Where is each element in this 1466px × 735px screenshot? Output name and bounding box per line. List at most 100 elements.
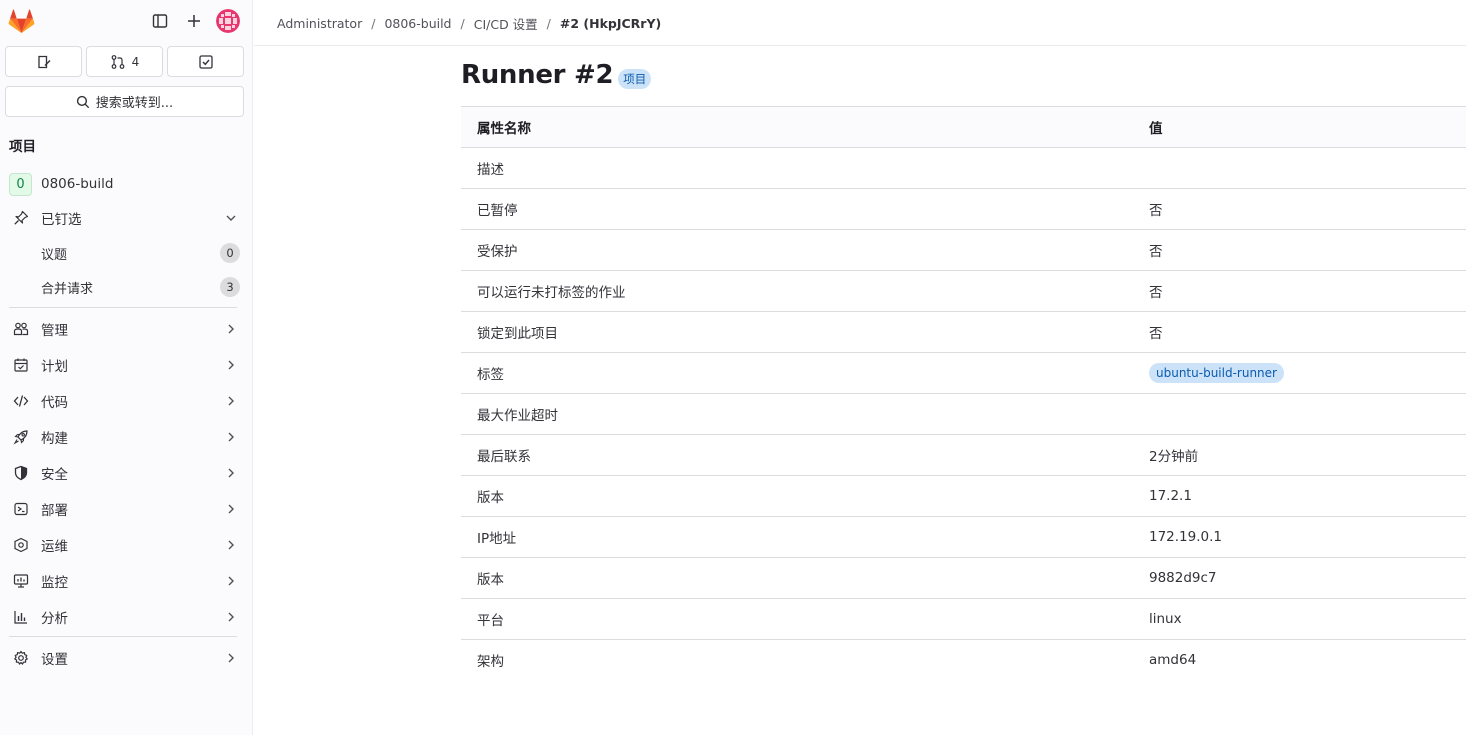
sidebar-item-label: 构建 [41,431,68,447]
table-row: 最大作业超时 [461,393,1466,435]
merge-requests-shortcut-button[interactable]: 4 [86,46,163,77]
sidebar-item-label: 监控 [41,575,68,591]
column-header-value: 值 [1133,106,1466,148]
property-name: 架构 [461,639,1133,681]
issues-shortcut-button[interactable] [5,46,82,77]
gitlab-logo-icon[interactable] [8,9,35,34]
sidebar-item-label: 议题 [41,247,68,263]
table-row: 架构 amd64 [461,639,1466,681]
sidebar-item-plan[interactable]: 计划 [4,350,246,380]
property-value: 2分钟前 [1133,434,1466,476]
table-row: 标签 ubuntu-build-runner [461,352,1466,394]
sidebar-item-deploy[interactable]: 部署 [4,494,246,524]
property-name: 已暂停 [461,188,1133,230]
sidebar-item-issues[interactable]: 议题 0 [4,238,246,268]
breadcrumb-item-project[interactable]: 0806-build [384,16,451,31]
page-header: Runner #2 项目 [461,60,652,90]
table-row: 已暂停 否 [461,188,1466,230]
sidebar-item-secure[interactable]: 安全 [4,458,246,488]
property-name: 受保护 [461,229,1133,271]
property-name: 描述 [461,147,1133,189]
breadcrumb-separator: / [371,16,376,31]
chevron-right-icon [228,396,234,406]
chevron-right-icon [228,653,234,663]
sidebar-item-manage[interactable]: 管理 [4,314,246,344]
sidebar-item-label: 管理 [41,323,68,339]
property-name: 可以运行未打标签的作业 [461,270,1133,312]
chevron-right-icon [228,360,234,370]
issues-icon [37,55,50,68]
chevron-right-icon [228,468,234,478]
sidebar-item-label: 计划 [41,359,68,375]
search-label: 搜索或转到... [95,96,174,111]
sidebar-item-merge-requests[interactable]: 合并请求 3 [4,272,246,302]
sidebar-item-label: 合并请求 [41,281,94,297]
gear-icon [11,648,31,668]
sidebar-item-operate[interactable]: 运维 [4,530,246,560]
todo-check-icon [198,54,213,69]
property-value: amd64 [1133,639,1466,681]
sidebar-item-label: 分析 [41,611,68,627]
breadcrumb-separator: / [546,16,551,31]
sidebar-item-pinned[interactable]: 已钉选 [4,203,246,233]
sidebar-item-label: 已钉选 [41,212,82,228]
chevron-right-icon [228,612,234,622]
table-row: 版本 9882d9c7 [461,557,1466,599]
sidebar-toggle-icon[interactable] [150,11,170,31]
property-value: ubuntu-build-runner [1133,352,1466,394]
property-value: 否 [1133,311,1466,353]
breadcrumb-item-administrator[interactable]: Administrator [277,16,362,31]
sidebar-item-monitor[interactable]: 监控 [4,566,246,596]
sidebar-item-analyze[interactable]: 分析 [4,602,246,632]
table-header-row: 属性名称 值 [461,106,1466,148]
property-name: 锁定到此项目 [461,311,1133,353]
sidebar-item-label: 运维 [41,539,68,555]
project-name: 0806-build [41,176,114,192]
table-row: 可以运行未打标签的作业 否 [461,270,1466,312]
todos-shortcut-button[interactable] [167,46,244,77]
sidebar-item-label: 安全 [41,467,68,483]
property-value: 否 [1133,188,1466,230]
sidebar-section-title: 项目 [9,139,36,155]
table-row: 版本 17.2.1 [461,475,1466,517]
calendar-icon [11,355,31,375]
issues-count-badge: 0 [220,243,240,263]
sidebar-item-build[interactable]: 构建 [4,422,246,452]
property-value: 9882d9c7 [1133,557,1466,599]
property-name: 平台 [461,598,1133,640]
chevron-down-icon [226,215,236,221]
merge-request-icon [111,54,125,69]
table-row: 受保护 否 [461,229,1466,271]
property-value: 否 [1133,229,1466,271]
property-value: linux [1133,598,1466,640]
property-name: 版本 [461,557,1133,599]
chevron-right-icon [228,324,234,334]
table-row: 描述 [461,147,1466,189]
chevron-right-icon [228,576,234,586]
sidebar-item-label: 设置 [41,652,68,668]
shield-icon [11,463,31,483]
table-row: 平台 linux [461,598,1466,640]
page-title: Runner #2 [461,60,614,90]
plus-icon[interactable] [184,11,204,31]
runner-tag-badge: ubuntu-build-runner [1149,363,1284,383]
sidebar-divider [9,636,237,637]
table-row: IP地址 172.19.0.1 [461,516,1466,558]
avatar[interactable] [216,9,240,33]
breadcrumb-item-current[interactable]: #2 (HkpJCRrY) [560,16,661,31]
operate-icon [11,535,31,555]
search-icon [76,95,89,108]
sidebar-divider [9,307,237,308]
sidebar-item-label: 部署 [41,503,68,519]
sidebar-project-link[interactable]: 0 0806-build [4,169,246,199]
search-button[interactable]: 搜索或转到... [5,86,244,117]
chevron-right-icon [228,504,234,514]
sidebar-item-settings[interactable]: 设置 [4,643,246,673]
property-name: 最后联系 [461,434,1133,476]
rocket-icon [11,427,31,447]
property-value [1133,393,1466,435]
breadcrumb-item-cicd-settings[interactable]: CI/CD 设置 [474,14,538,33]
property-value: 17.2.1 [1133,475,1466,517]
sidebar-item-code[interactable]: 代码 [4,386,246,416]
runner-scope-badge: 项目 [618,69,652,89]
